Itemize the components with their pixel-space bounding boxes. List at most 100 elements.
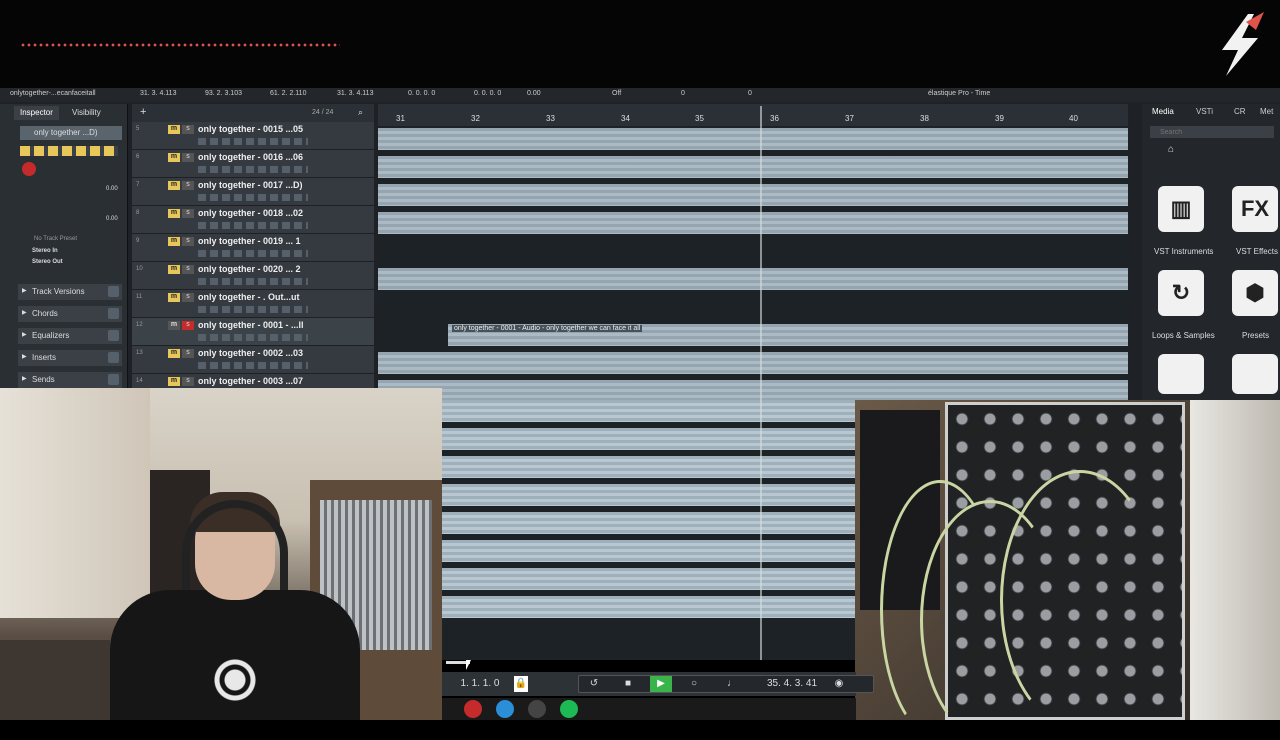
audio-event-lane[interactable] — [442, 512, 856, 534]
arrange-window-lower[interactable] — [442, 400, 856, 660]
info-volume[interactable]: 0.00 — [527, 90, 541, 97]
solo-button[interactable]: s — [182, 237, 194, 246]
tab-cr[interactable]: CR — [1234, 107, 1246, 116]
audio-event-lane[interactable] — [442, 540, 856, 562]
position-display[interactable]: 35. 4. 3. 41 — [752, 676, 832, 692]
audio-event-lane[interactable]: only together - 0001 - Audio - only toge… — [448, 324, 1128, 346]
section-track-versions[interactable]: ▶ Track Versions — [18, 284, 122, 300]
info-end[interactable]: 93. 2. 3.103 — [205, 90, 242, 97]
audio-event-lane[interactable] — [442, 456, 856, 478]
mute-button[interactable]: m — [168, 125, 180, 134]
info-algorithm[interactable]: élastique Pro - Time — [928, 90, 990, 97]
output-routing[interactable]: Stereo Out — [32, 259, 63, 265]
spotify-icon[interactable] — [560, 700, 578, 718]
audio-event-lane[interactable] — [442, 428, 856, 450]
tab-vsti[interactable]: VSTi — [1196, 107, 1213, 116]
solo-button[interactable]: s — [182, 209, 194, 218]
solo-button[interactable]: s — [182, 125, 194, 134]
info-sync[interactable]: 0. 0. 0. 0 — [408, 90, 435, 97]
empty-lane[interactable] — [378, 296, 1128, 318]
presets-icon[interactable]: ⬢ — [1232, 270, 1278, 316]
mute-button[interactable]: m — [168, 237, 180, 246]
section-inserts[interactable]: ▶ Inserts — [18, 350, 122, 366]
tab-inspector[interactable]: Inspector — [14, 106, 59, 120]
mute-button[interactable]: m — [168, 321, 180, 330]
tab-visibility[interactable]: Visibility — [66, 106, 107, 120]
solo-button[interactable]: s — [182, 293, 194, 302]
loops-samples-icon[interactable]: ↻ — [1158, 270, 1204, 316]
mute-button[interactable]: m — [168, 293, 180, 302]
audio-event-lane[interactable] — [378, 184, 1128, 206]
info-start[interactable]: 31. 3. 4.113 — [140, 90, 176, 97]
info-length[interactable]: 61. 2. 2.110 — [270, 90, 306, 97]
audio-event-lane[interactable] — [378, 156, 1128, 178]
audio-event-lane[interactable] — [378, 352, 1128, 374]
empty-lane[interactable] — [378, 240, 1128, 262]
track-control-buttons[interactable] — [20, 146, 118, 178]
solo-button[interactable]: s — [182, 349, 194, 358]
cycle-icon[interactable]: ↺ — [586, 676, 602, 692]
track-row[interactable]: 5 m s only together - 0015 ...05 — [132, 122, 374, 150]
track-row[interactable]: 6 m s only together - 0016 ...06 — [132, 150, 374, 178]
media-extra-icon[interactable] — [1158, 354, 1204, 394]
mute-button[interactable]: m — [168, 181, 180, 190]
lock-icon[interactable]: 🔒 — [514, 676, 528, 692]
timeline-ruler[interactable]: 31 32 33 34 35 36 37 38 39 40 — [378, 104, 1128, 126]
cubase-icon[interactable] — [464, 700, 482, 718]
track-row[interactable]: 9 m s only together - 0019 ... 1 — [132, 234, 374, 262]
volume-value[interactable]: 0.00 — [106, 186, 118, 192]
track-preset[interactable]: No Track Preset — [34, 236, 77, 242]
stop-icon[interactable]: ■ — [620, 676, 636, 692]
metronome-icon[interactable]: ♩ — [724, 676, 740, 692]
solo-button[interactable]: s — [182, 181, 194, 190]
audio-event-lane[interactable] — [442, 596, 856, 618]
inspector-track-name[interactable]: only together ...D) — [20, 126, 122, 140]
tab-meter[interactable]: Met — [1260, 107, 1273, 116]
solo-button[interactable]: s — [182, 265, 194, 274]
audio-event-lane[interactable] — [442, 568, 856, 590]
audio-event-lane[interactable] — [442, 400, 856, 422]
input-routing[interactable]: Stereo In — [32, 248, 58, 254]
play-icon[interactable]: ▶ — [650, 676, 672, 692]
time-format-icon[interactable]: ◉ — [832, 676, 846, 692]
track-row[interactable]: 7 m s only together - 0017 ...D) — [132, 178, 374, 206]
track-row[interactable]: 13 m s only together - 0002 ...03 — [132, 346, 374, 374]
audio-event-lane[interactable] — [378, 268, 1128, 290]
arrange-window[interactable]: only together - 0001 - Audio - only toge… — [378, 104, 1128, 400]
audio-event-lane[interactable] — [378, 128, 1128, 150]
solo-button[interactable]: s — [182, 377, 194, 386]
audio-event-lane[interactable] — [378, 380, 1128, 400]
track-row[interactable]: 11 m s only together - . Out...ut — [132, 290, 374, 318]
solo-button[interactable]: s — [182, 153, 194, 162]
audio-event-lane[interactable] — [442, 484, 856, 506]
tab-media[interactable]: Media — [1152, 107, 1174, 116]
vst-instruments-icon[interactable]: ▥ — [1158, 186, 1204, 232]
section-sends[interactable]: ▶ Sends — [18, 372, 122, 388]
media-search-input[interactable] — [1150, 126, 1274, 138]
media-browser-icon[interactable] — [1232, 354, 1278, 394]
mute-button[interactable]: m — [168, 153, 180, 162]
record-icon[interactable]: ○ — [686, 676, 702, 692]
left-locator[interactable]: 1. 1. 1. 0 — [450, 676, 510, 692]
info-mute[interactable]: 0. 0. 0. 0 — [474, 90, 501, 97]
track-row[interactable]: 10 m s only together - 0020 ... 2 — [132, 262, 374, 290]
edge-icon[interactable] — [496, 700, 514, 718]
info-offset[interactable]: 31. 3. 4.113 — [337, 90, 373, 97]
mute-button[interactable]: m — [168, 209, 180, 218]
info-fine-tune[interactable]: 0 — [748, 90, 752, 97]
info-transpose[interactable]: 0 — [681, 90, 685, 97]
track-row[interactable]: 8 m s only together - 0018 ...02 — [132, 206, 374, 234]
solo-button[interactable]: s — [182, 321, 194, 330]
record-enable-button[interactable] — [22, 162, 36, 176]
vst-effects-icon[interactable]: FX — [1232, 186, 1278, 232]
home-icon[interactable]: ⌂ — [1168, 144, 1174, 155]
audio-event-lane[interactable] — [378, 212, 1128, 234]
mute-button[interactable]: m — [168, 265, 180, 274]
add-track-icon[interactable]: + — [140, 106, 146, 118]
mute-button[interactable]: m — [168, 377, 180, 386]
info-lock[interactable]: Off — [612, 90, 621, 97]
section-equalizers[interactable]: ▶ Equalizers — [18, 328, 122, 344]
mute-button[interactable]: m — [168, 349, 180, 358]
search-icon[interactable]: ⌕ — [358, 107, 363, 118]
obs-icon[interactable] — [528, 700, 546, 718]
